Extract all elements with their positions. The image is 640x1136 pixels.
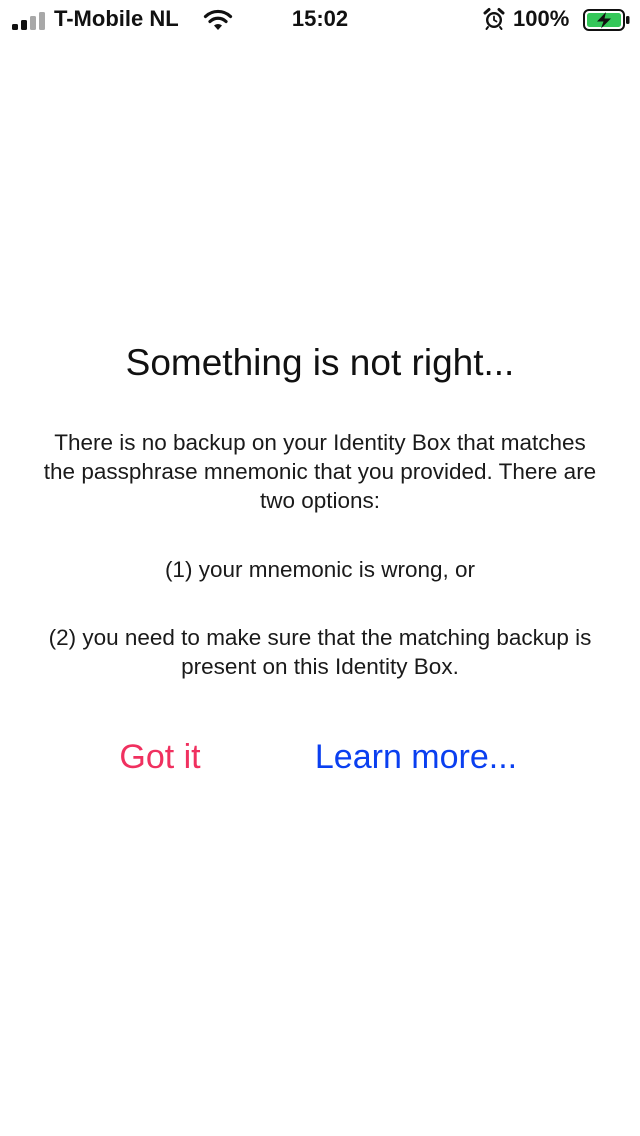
got-it-button[interactable]: Got it [60, 738, 260, 777]
dialog-message: There is no backup on your Identity Box … [43, 430, 597, 513]
option-1-text: (1) your mnemonic is wrong, or [164, 557, 476, 582]
dialog-title: Something is not right... [125, 342, 515, 383]
status-bar: T-Mobile NL 15:02 100% [0, 0, 640, 40]
battery-percent: 100% [513, 6, 570, 31]
option-2-text: (2) you need to make sure that the match… [48, 625, 592, 679]
learn-more-button[interactable]: Learn more... [296, 738, 536, 777]
alarm-icon [483, 8, 505, 30]
battery-charging-icon [583, 9, 630, 31]
